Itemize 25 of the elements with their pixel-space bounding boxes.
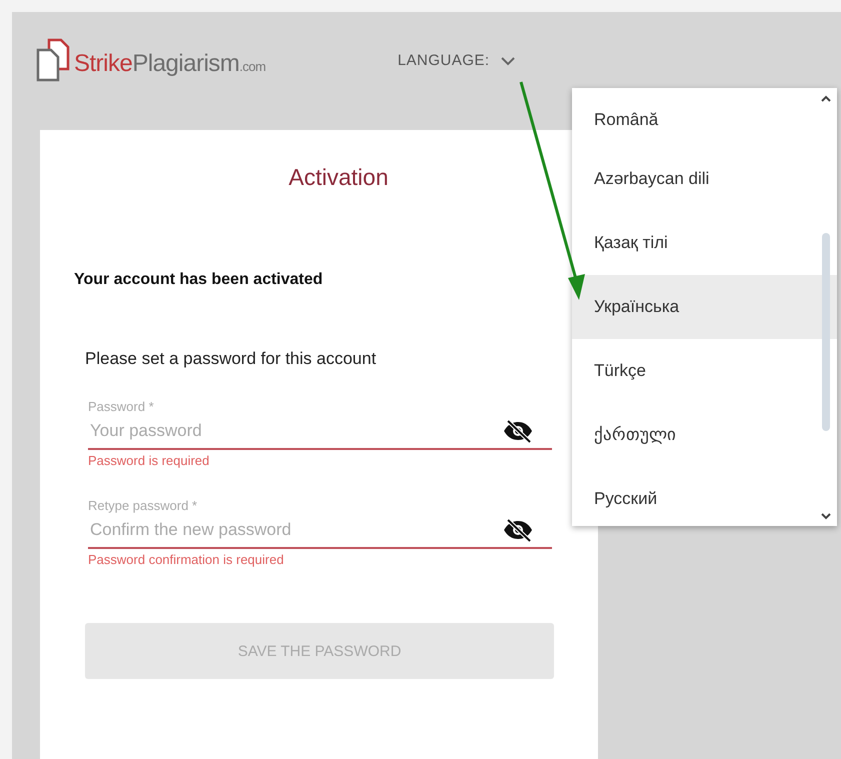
language-dropdown[interactable]: LANGUAGE: bbox=[398, 52, 516, 69]
field-label: Password * bbox=[88, 399, 154, 414]
password-field[interactable]: Confirm the new password bbox=[88, 515, 502, 545]
eye-slash-icon[interactable] bbox=[502, 419, 534, 443]
card-title: Activation bbox=[288, 164, 390, 191]
status-message: Your account has been activated bbox=[74, 271, 324, 289]
instruction-text: Please set a password for this account bbox=[85, 349, 378, 369]
language-option[interactable]: Русский bbox=[572, 467, 837, 526]
scroll-up-icon[interactable] bbox=[821, 95, 831, 102]
language-option[interactable]: Türkçe bbox=[572, 339, 837, 403]
error-message: Password is required bbox=[88, 453, 210, 468]
scrollbar-thumb[interactable] bbox=[822, 233, 830, 431]
error-message: Password confirmation is required bbox=[88, 552, 284, 567]
language-option[interactable]: Қазақ тілі bbox=[572, 211, 837, 275]
language-option[interactable]: Azərbaycan dili bbox=[572, 147, 837, 211]
scroll-down-icon[interactable] bbox=[821, 513, 831, 520]
eye-slash-icon[interactable] bbox=[502, 518, 534, 542]
language-option[interactable]: ქართული bbox=[572, 403, 837, 467]
logo-wordmark: StrikePlagiarism.com bbox=[74, 50, 266, 79]
document-icon bbox=[36, 38, 70, 82]
password-field[interactable]: Your password bbox=[88, 416, 502, 446]
field-label: Retype password * bbox=[88, 498, 198, 513]
language-option[interactable]: Українська bbox=[572, 275, 837, 339]
language-option[interactable]: Română bbox=[572, 89, 837, 147]
chevron-down-icon[interactable] bbox=[500, 56, 516, 66]
